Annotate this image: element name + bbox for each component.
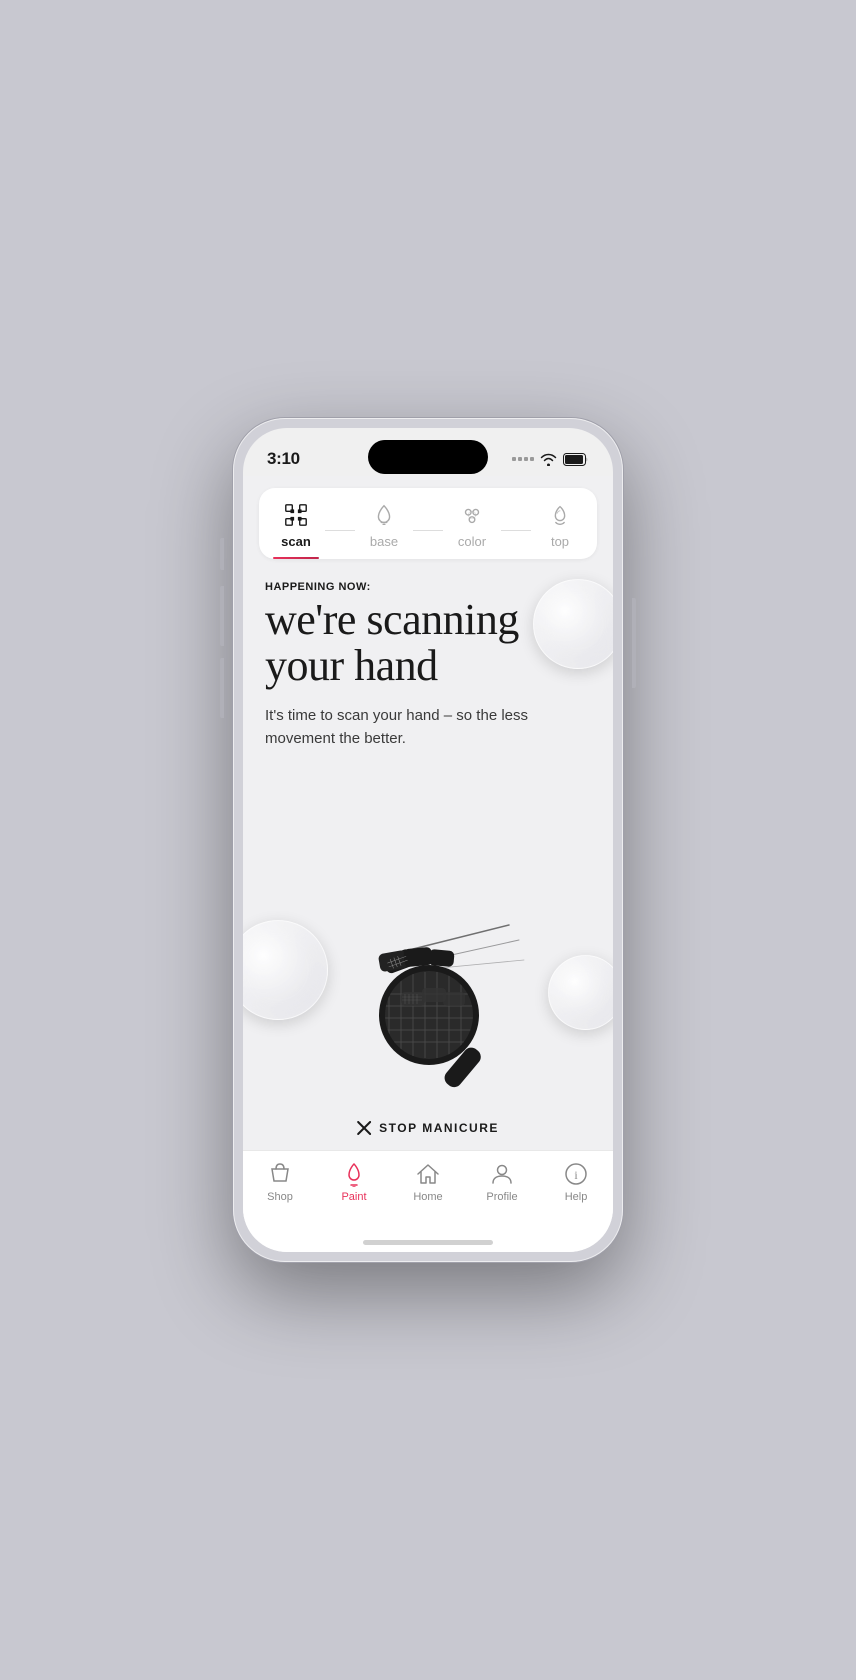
status-bar: 3:10 xyxy=(243,428,613,476)
tab-base[interactable]: base xyxy=(355,502,413,549)
wifi-icon xyxy=(540,453,557,466)
status-time: 3:10 xyxy=(267,449,300,469)
x-icon xyxy=(357,1121,371,1135)
nav-help[interactable]: i Help xyxy=(539,1161,613,1203)
phone-screen: 3:10 xyxy=(243,428,613,1252)
tab-color-label: color xyxy=(458,534,486,549)
nav-profile[interactable]: Profile xyxy=(465,1161,539,1203)
signal-icon xyxy=(512,457,534,461)
tab-base-label: base xyxy=(370,534,398,549)
orb-bottom-right xyxy=(548,955,613,1030)
happening-now-label: HAPPENING NOW: xyxy=(265,581,591,593)
shop-icon xyxy=(267,1161,293,1187)
home-bar xyxy=(363,1240,493,1245)
nav-shop[interactable]: Shop xyxy=(243,1161,317,1203)
nav-profile-label: Profile xyxy=(486,1191,517,1203)
nav-paint[interactable]: Paint xyxy=(317,1161,391,1203)
subtext: It's time to scan your hand – so the les… xyxy=(265,705,545,750)
tab-scan-label: scan xyxy=(281,534,311,549)
paint-icon xyxy=(341,1161,367,1187)
profile-icon xyxy=(489,1161,515,1187)
tab-scan[interactable]: scan xyxy=(267,502,325,549)
home-indicator xyxy=(243,1232,613,1252)
bottom-nav: Shop Paint Home xyxy=(243,1150,613,1232)
step-connector-3 xyxy=(501,530,531,531)
stop-manicure-button[interactable]: STOP MANICURE xyxy=(357,1121,499,1135)
home-icon xyxy=(415,1161,441,1187)
dynamic-island xyxy=(368,440,488,474)
phone-frame: 3:10 xyxy=(233,418,623,1262)
stop-manicure-label: STOP MANICURE xyxy=(379,1121,499,1135)
step-connector-1 xyxy=(325,530,355,531)
volume-up-button[interactable] xyxy=(220,586,224,646)
nav-paint-label: Paint xyxy=(341,1191,366,1203)
volume-down-button[interactable] xyxy=(220,658,224,718)
mute-button[interactable] xyxy=(220,538,224,570)
orb-bottom-left xyxy=(243,920,328,1020)
power-button[interactable] xyxy=(632,598,636,688)
orb-top-right xyxy=(533,579,613,669)
scan-illustration xyxy=(329,910,549,1090)
nav-home-label: Home xyxy=(413,1191,442,1203)
main-content: scan base xyxy=(243,476,613,1252)
content-area: HAPPENING NOW: we're scanning your hand … xyxy=(243,559,613,1150)
tab-top-label: top xyxy=(551,534,569,549)
help-icon: i xyxy=(563,1161,589,1187)
step-tabs: scan base xyxy=(259,488,597,559)
svg-text:i: i xyxy=(574,1168,578,1182)
nav-home[interactable]: Home xyxy=(391,1161,465,1203)
status-icons xyxy=(512,453,589,466)
tab-color[interactable]: color xyxy=(443,502,501,549)
battery-icon xyxy=(563,453,589,466)
nav-help-label: Help xyxy=(565,1191,588,1203)
step-connector-2 xyxy=(413,530,443,531)
tab-top[interactable]: top xyxy=(531,502,589,549)
nav-shop-label: Shop xyxy=(267,1191,293,1203)
